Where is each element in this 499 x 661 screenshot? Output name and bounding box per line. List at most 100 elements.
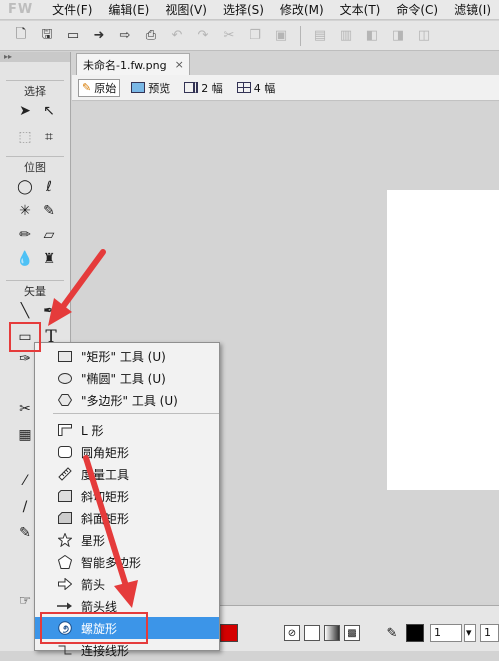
menu-item-label: 度量工具: [81, 467, 130, 482]
menu-item-rectangle[interactable]: "矩形" 工具 (U): [35, 345, 219, 367]
menu-item-smart-polygon[interactable]: 智能多边形: [35, 551, 219, 573]
ungroup-icon[interactable]: ▥: [335, 25, 357, 47]
slice-tool-icon[interactable]: ✂: [14, 398, 36, 420]
crop-tool-icon[interactable]: ⌗: [38, 126, 60, 148]
menu-item-label: 箭头: [81, 577, 106, 592]
stroke-pencil-icon[interactable]: ✎: [384, 625, 400, 641]
menu-item-label: 智能多边形: [81, 555, 142, 570]
tools-panel-grip[interactable]: ▸▸: [0, 52, 70, 62]
menu-view[interactable]: 视图(V): [157, 1, 215, 18]
arrow-line-icon: [57, 599, 73, 613]
redo-icon[interactable]: ↷: [192, 25, 214, 47]
connector-icon: [57, 643, 73, 657]
new-file-icon[interactable]: 🗋: [10, 25, 32, 47]
menu-item-chamfer-rectangle[interactable]: 斜切矩形: [35, 485, 219, 507]
gradient-fill-icon[interactable]: [324, 625, 340, 641]
l-shape-icon: [57, 423, 73, 437]
menu-edit[interactable]: 编辑(E): [100, 1, 157, 18]
view-preview-button[interactable]: 预览: [128, 79, 173, 97]
preview-icon: [131, 82, 146, 93]
menu-file[interactable]: 文件(F): [44, 1, 100, 18]
menu-item-polygon[interactable]: "多边形" 工具 (U): [35, 389, 219, 411]
section-select: 选择: [6, 80, 64, 98]
pen-tool-icon[interactable]: ✒: [38, 300, 60, 322]
stamp-tool-icon[interactable]: ♜: [38, 248, 60, 270]
paste-icon[interactable]: ▣: [270, 25, 292, 47]
lasso-tool-icon[interactable]: ℓ: [38, 176, 60, 198]
menu-select[interactable]: 选择(S): [215, 1, 272, 18]
undo-icon[interactable]: ↶: [166, 25, 188, 47]
stroke-color-icon[interactable]: ✎: [14, 522, 36, 544]
menu-item-measure-tool[interactable]: 度量工具: [35, 463, 219, 485]
no-stroke-icon[interactable]: ⊘: [284, 625, 300, 641]
document-canvas[interactable]: [387, 190, 499, 490]
smart-polygon-icon: [57, 555, 73, 569]
line-tool-icon[interactable]: ╲: [14, 300, 36, 322]
view-2up-label: 2 幅: [201, 81, 223, 95]
export-icon[interactable]: ⇨: [114, 25, 136, 47]
pointer-tool-icon[interactable]: ➤: [14, 100, 36, 122]
menu-item-bevel-rectangle[interactable]: 斜面矩形: [35, 507, 219, 529]
combine-icon[interactable]: ◧: [361, 25, 383, 47]
pattern-fill-icon[interactable]: ▩: [344, 625, 360, 641]
pencil-icon: ✎: [82, 81, 92, 94]
shape-tools-menu: "矩形" 工具 (U) "椭圆" 工具 (U) "多边形" 工具 (U) L 形…: [34, 342, 220, 658]
menu-item-l-shape[interactable]: L 形: [35, 419, 219, 441]
view-original-button[interactable]: ✎ 原始: [78, 78, 121, 97]
print-icon[interactable]: ⎙: [140, 25, 162, 47]
fill-color-swatch[interactable]: [220, 624, 238, 642]
stroke-width-dropdown-icon[interactable]: ▾: [464, 624, 476, 642]
stroke-color-swatch[interactable]: [406, 624, 424, 642]
marquee-tool-icon[interactable]: ◯: [14, 176, 36, 198]
eraser-tool-icon[interactable]: ▱: [38, 224, 60, 246]
eyedropper-tool-icon[interactable]: ⁄: [14, 470, 36, 492]
menu-item-star[interactable]: 星形: [35, 529, 219, 551]
copy-icon[interactable]: ❐: [244, 25, 266, 47]
scale-tool-icon[interactable]: ⬚: [14, 126, 36, 148]
menu-text[interactable]: 文本(T): [332, 1, 389, 18]
hotspot-tool-icon[interactable]: ▦: [14, 424, 36, 446]
highlight-rectangle-tool: [9, 322, 41, 352]
highlight-spiral-item: [40, 612, 148, 644]
hand-tool-icon[interactable]: ☞: [14, 590, 36, 612]
save-icon[interactable]: 🖫: [36, 25, 58, 47]
stroke-width-field[interactable]: 1: [430, 624, 462, 642]
menu-item-ellipse[interactable]: "椭圆" 工具 (U): [35, 367, 219, 389]
view-4up-label: 4 幅: [253, 81, 276, 95]
menu-separator: [53, 413, 219, 414]
cut-icon[interactable]: ✂: [218, 25, 240, 47]
pencil-tool-icon[interactable]: ✏: [14, 224, 36, 246]
import-icon[interactable]: ➜: [88, 25, 110, 47]
view-2up-button[interactable]: 2 幅: [181, 79, 226, 97]
open-folder-icon[interactable]: ▭: [62, 25, 84, 47]
document-tab[interactable]: 未命名-1.fw.png ×: [76, 53, 190, 75]
paint-bucket-tool-icon[interactable]: /: [14, 496, 36, 518]
align-icon[interactable]: ◨: [387, 25, 409, 47]
view-4up-button[interactable]: 4 幅: [234, 79, 279, 97]
menu-filters[interactable]: 滤镜(I): [446, 1, 499, 18]
menu-modify[interactable]: 修改(M): [272, 1, 332, 18]
menu-item-rounded-rectangle[interactable]: 圆角矩形: [35, 441, 219, 463]
group-icon[interactable]: ▤: [309, 25, 331, 47]
ellipse-icon: [57, 371, 73, 385]
menu-item-label: 圆角矩形: [81, 445, 130, 460]
menu-item-label: 星形: [81, 533, 106, 548]
subselect-tool-icon[interactable]: ↖: [38, 100, 60, 122]
menu-bar: FW 文件(F) 编辑(E) 视图(V) 选择(S) 修改(M) 文本(T) 命…: [0, 0, 499, 20]
menu-item-label: "椭圆" 工具 (U): [81, 371, 166, 386]
arrow-icon: [57, 577, 73, 591]
view-mode-bar: ✎ 原始 预览 2 幅 4 幅: [72, 75, 499, 101]
solid-fill-icon[interactable]: [304, 625, 320, 641]
blur-tool-icon[interactable]: 💧: [14, 248, 36, 270]
menu-item-label: 连接线形: [81, 643, 130, 658]
stroke-secondary-field[interactable]: 1: [480, 624, 499, 642]
menu-commands[interactable]: 命令(C): [388, 1, 446, 18]
menu-item-label: "矩形" 工具 (U): [81, 349, 166, 364]
brush-tool-icon[interactable]: ✎: [38, 200, 60, 222]
menu-item-arrow[interactable]: 箭头: [35, 573, 219, 595]
arrange-icon[interactable]: ◫: [413, 25, 435, 47]
menu-item-label: "多边形" 工具 (U): [81, 393, 178, 408]
close-tab-icon[interactable]: ×: [175, 58, 184, 71]
main-toolbar: 🗋 🖫 ▭ ➜ ⇨ ⎙ ↶ ↷ ✂ ❐ ▣ ▤ ▥ ◧ ◨ ◫: [0, 21, 499, 51]
magic-wand-tool-icon[interactable]: ✳: [14, 200, 36, 222]
